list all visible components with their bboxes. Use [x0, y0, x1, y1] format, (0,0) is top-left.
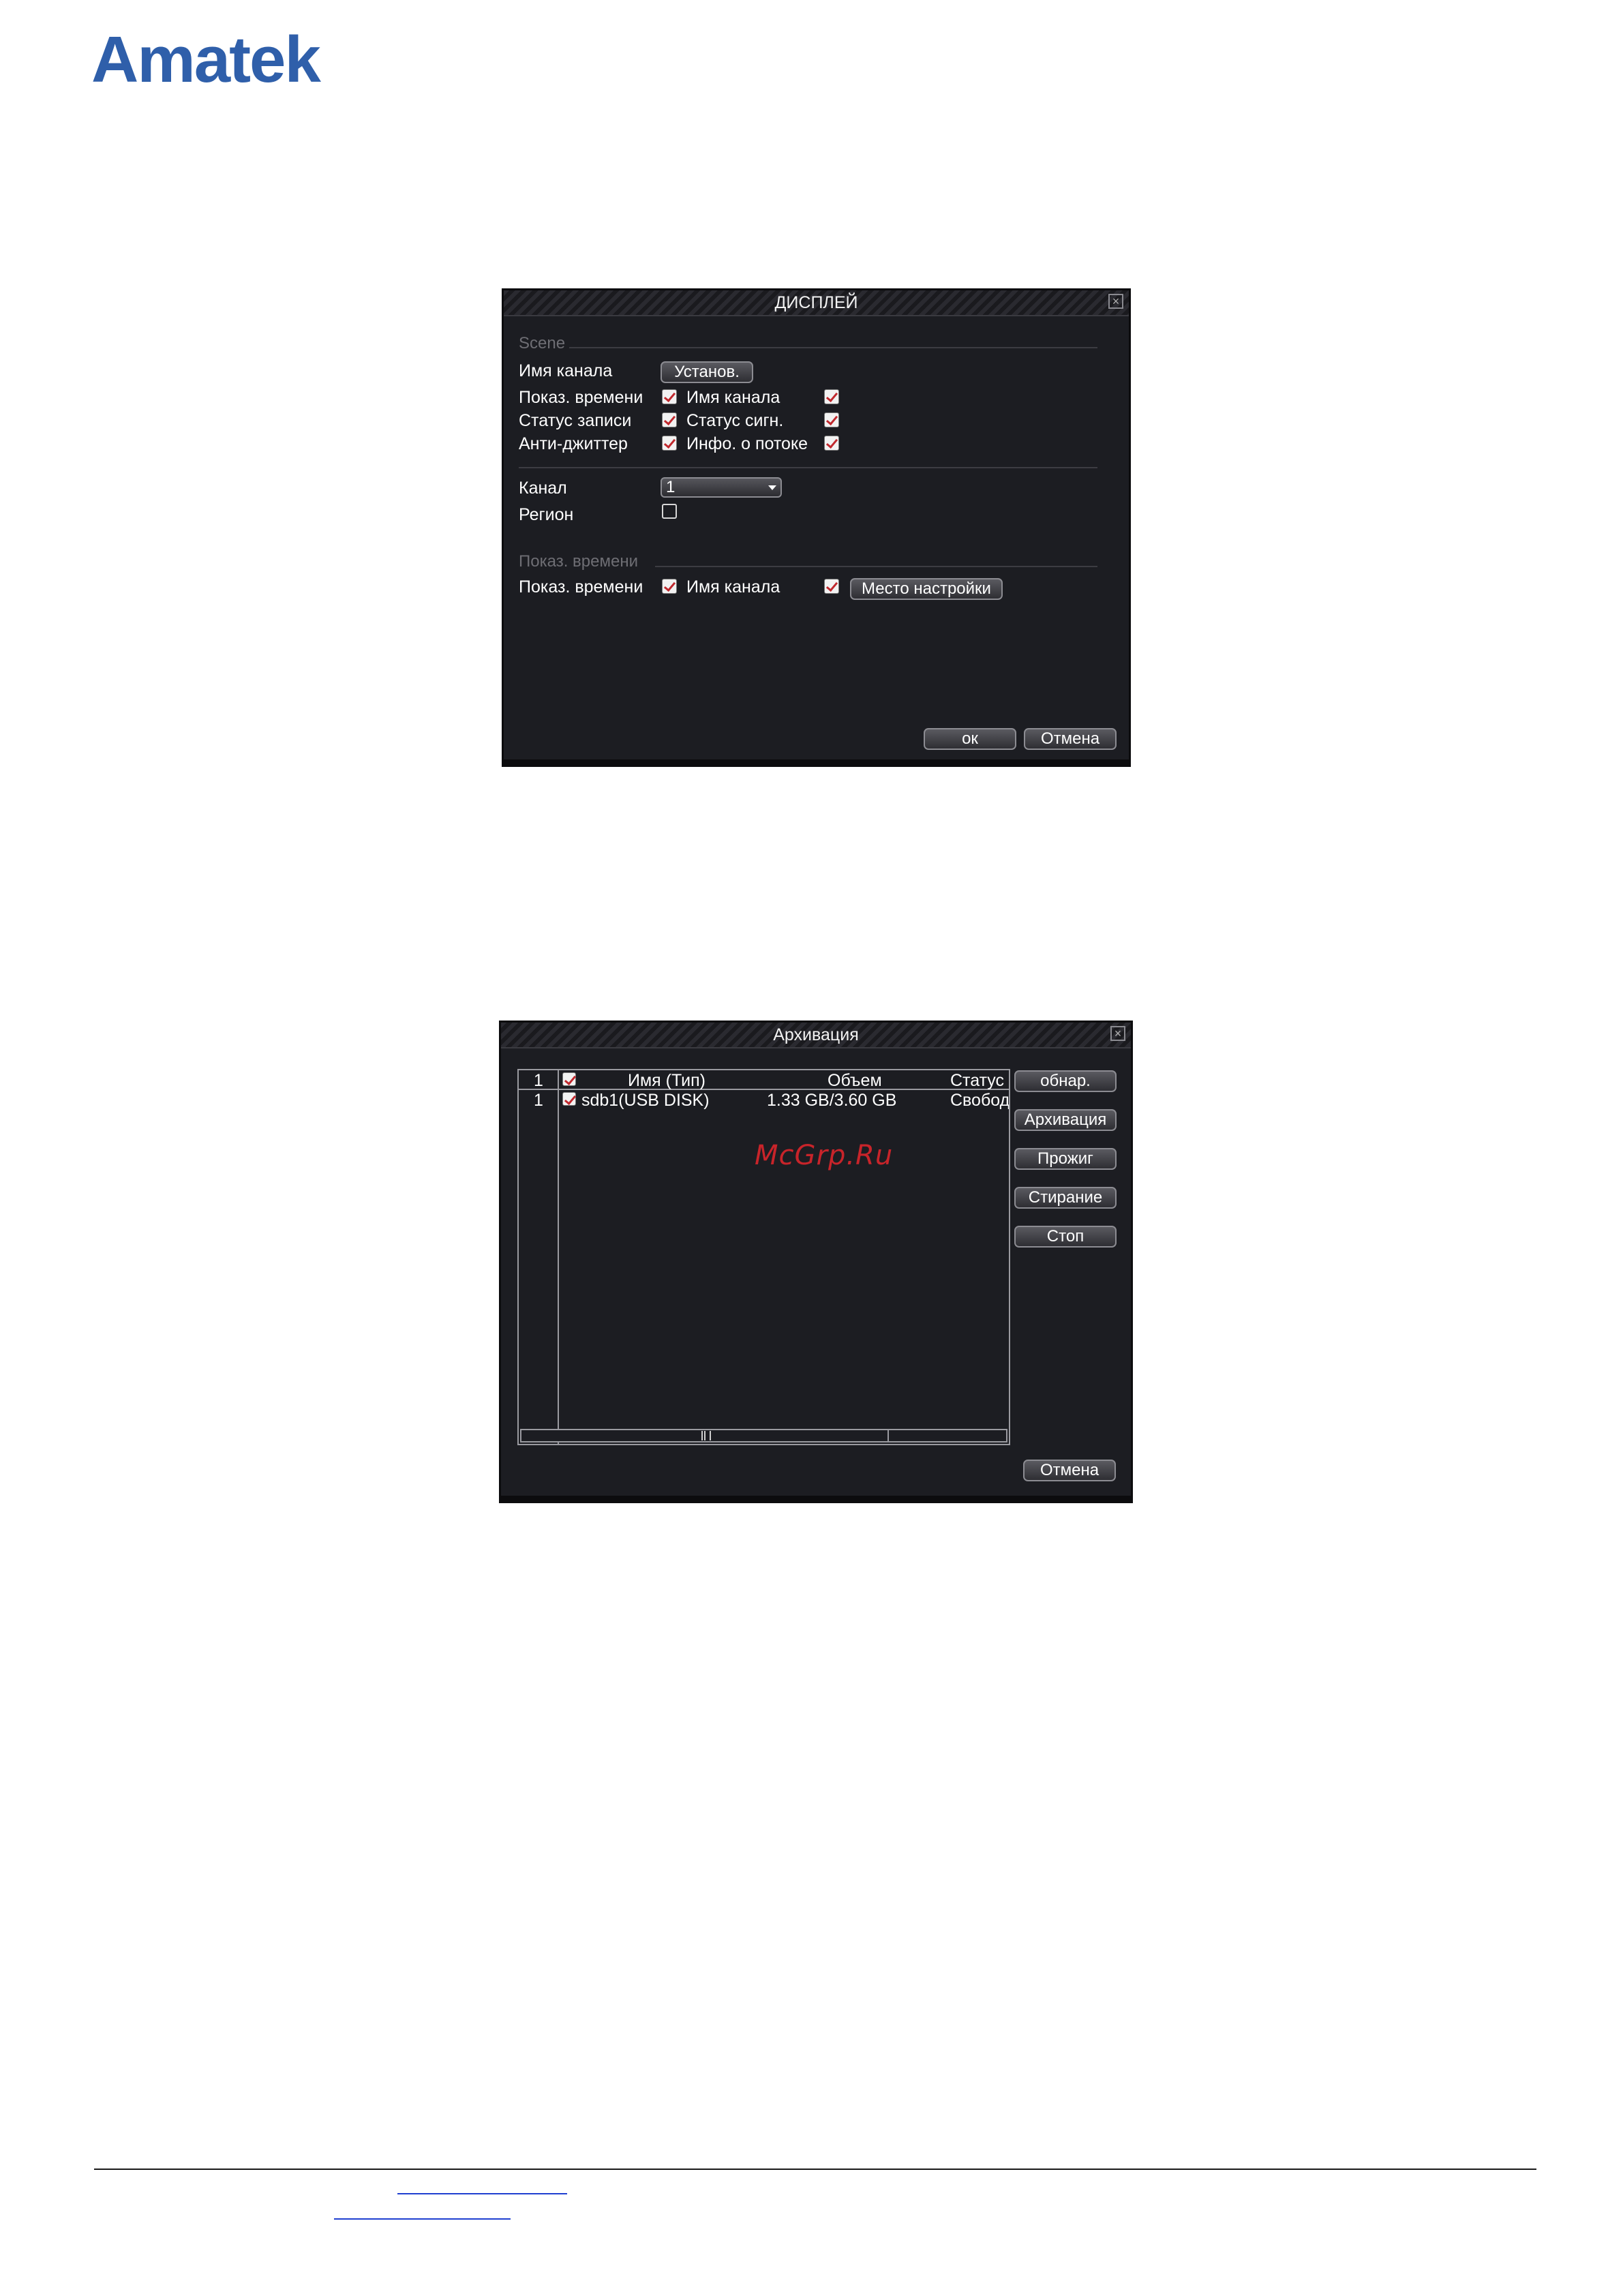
erase-button[interactable]: Стирание — [1014, 1187, 1117, 1209]
detect-button[interactable]: обнар. — [1014, 1070, 1117, 1092]
col-header-number: 1 — [534, 1071, 543, 1090]
footer-divider — [94, 2169, 1536, 2170]
footer-link-2[interactable] — [334, 2218, 511, 2220]
scene-section-divider — [569, 347, 1097, 348]
table-column-divider — [558, 1070, 559, 1444]
time-channel-name-checkbox[interactable] — [824, 579, 839, 594]
signal-status-checkbox[interactable] — [824, 412, 839, 427]
channel-name-checkbox[interactable] — [824, 389, 839, 404]
select-all-checkbox[interactable] — [562, 1072, 576, 1086]
show-time-label: Показ. времени — [519, 388, 643, 407]
scrollbar-grip-icon — [701, 1431, 711, 1440]
scene-section-heading: Scene — [519, 334, 566, 352]
col-header-volume: Объем — [828, 1071, 882, 1090]
horizontal-scrollbar[interactable] — [520, 1429, 1007, 1442]
channel-select-value: 1 — [666, 478, 676, 496]
record-status-label: Статус записи — [519, 411, 632, 430]
row-number: 1 — [534, 1091, 543, 1110]
channel-section-divider — [519, 467, 1097, 468]
channel-select[interactable]: 1 — [661, 477, 782, 498]
burn-button[interactable]: Прожиг — [1014, 1148, 1117, 1170]
signal-status-label: Статус сигн. — [686, 411, 784, 430]
channel-name-label: Имя канала — [519, 361, 613, 380]
amatek-logo: Amatek — [91, 23, 321, 96]
anti-jitter-checkbox[interactable] — [662, 436, 677, 451]
archive-dialog: Архивация × 1 Имя (Тип) Объем Статус 1 s… — [499, 1021, 1133, 1503]
channel-label: Канал — [519, 479, 567, 498]
stream-info-checkbox[interactable] — [824, 436, 839, 451]
stop-button[interactable]: Стоп — [1014, 1226, 1117, 1248]
time-show-time-checkbox[interactable] — [662, 579, 677, 594]
cancel-button[interactable]: Отмена — [1024, 728, 1117, 750]
table-header-divider — [519, 1089, 1009, 1090]
close-icon[interactable]: × — [1110, 1026, 1125, 1041]
archive-dialog-bottom-border — [501, 1496, 1131, 1501]
archive-dialog-title: Архивация — [773, 1025, 859, 1044]
set-button[interactable]: Установ. — [661, 361, 753, 383]
row-checkbox[interactable] — [562, 1092, 576, 1106]
record-status-checkbox[interactable] — [662, 412, 677, 427]
region-label: Регион — [519, 505, 574, 524]
disk-table: 1 Имя (Тип) Объем Статус 1 sdb1(USB DISK… — [517, 1069, 1010, 1445]
archive-dialog-titlebar[interactable]: Архивация × — [501, 1023, 1131, 1048]
archive-button[interactable]: Архивация — [1014, 1109, 1117, 1131]
anti-jitter-label: Анти-джиттер — [519, 434, 628, 453]
time-section-heading: Показ. времени — [519, 552, 638, 571]
archive-cancel-button[interactable]: Отмена — [1023, 1460, 1116, 1481]
col-header-status: Статус — [950, 1071, 1005, 1090]
time-section-divider — [655, 566, 1097, 567]
col-header-name: Имя (Тип) — [628, 1071, 706, 1090]
display-dialog: ДИСПЛЕЙ × Scene Имя канала Установ. Пока… — [502, 288, 1131, 767]
display-dialog-bottom-border — [504, 759, 1129, 765]
location-settings-button[interactable]: Место настройки — [850, 578, 1003, 600]
footer-link-1[interactable] — [397, 2193, 567, 2194]
display-dialog-title: ДИСПЛЕЙ — [774, 293, 858, 312]
row-volume: 1.33 GB/3.60 GB — [767, 1091, 897, 1110]
stream-info-label: Инфо. о потоке — [686, 434, 808, 453]
ok-button[interactable]: ок — [924, 728, 1016, 750]
chevron-down-icon — [768, 485, 776, 490]
watermark-text: McGrp.Ru — [755, 1140, 894, 1171]
show-time-checkbox[interactable] — [662, 389, 677, 404]
row-status: Свобод — [950, 1091, 1010, 1110]
close-icon[interactable]: × — [1108, 294, 1123, 309]
display-dialog-titlebar[interactable]: ДИСПЛЕЙ × — [504, 290, 1129, 316]
region-checkbox[interactable] — [662, 504, 677, 519]
channel-name-option-label: Имя канала — [686, 388, 780, 407]
time-channel-name-label: Имя канала — [686, 577, 780, 596]
time-show-time-label: Показ. времени — [519, 577, 643, 596]
row-name[interactable]: sdb1(USB DISK) — [581, 1091, 710, 1111]
